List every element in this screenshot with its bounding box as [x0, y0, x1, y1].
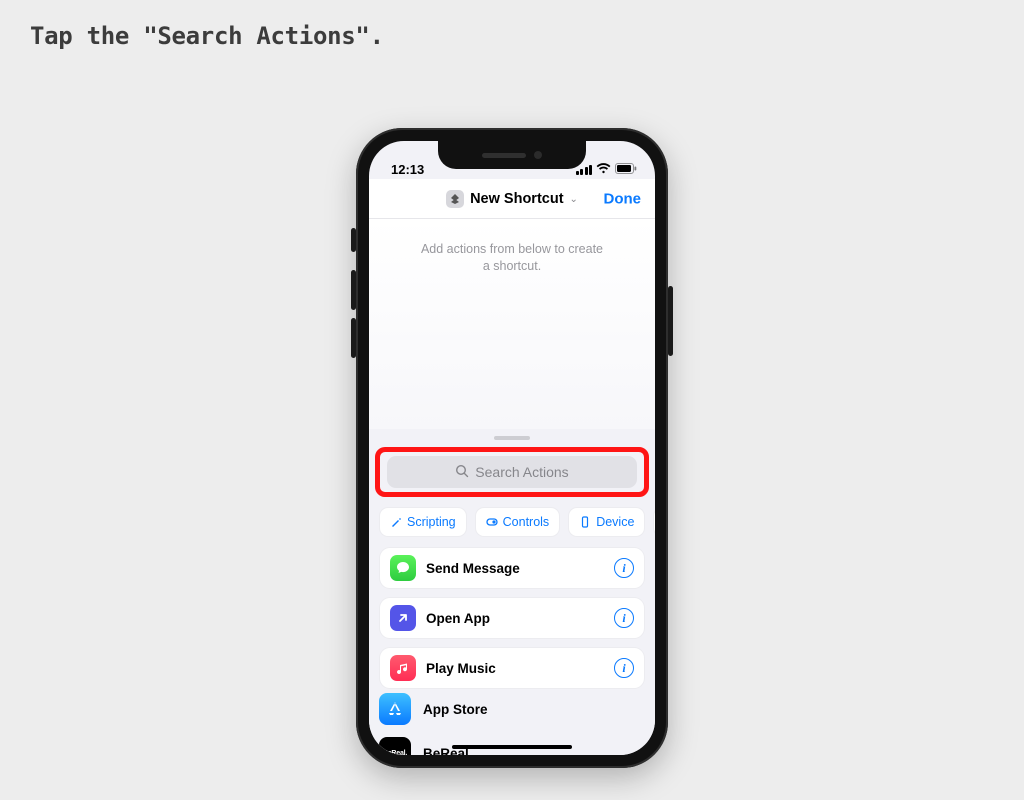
action-send-message[interactable]: Send Message i	[379, 547, 645, 589]
info-icon[interactable]: i	[614, 608, 634, 628]
info-icon[interactable]: i	[614, 658, 634, 678]
home-indicator[interactable]	[452, 745, 572, 749]
category-chips: Scripting Controls Device	[379, 507, 655, 539]
app-label: App Store	[423, 702, 488, 717]
power-button	[668, 286, 673, 356]
app-bereal[interactable]: BeReal. BeReal.	[379, 731, 645, 755]
nav-bar: New Shortcut ⌄ Done	[369, 179, 655, 219]
title-button[interactable]: New Shortcut ⌄	[446, 190, 578, 208]
volume-down-button	[351, 318, 356, 358]
volume-up-button	[351, 270, 356, 310]
chip-scripting[interactable]: Scripting	[379, 507, 467, 537]
action-label: Play Music	[426, 661, 604, 676]
phone-screen: 12:13 New Shortcut ⌄	[369, 141, 655, 755]
search-highlight: Search Actions	[375, 447, 649, 497]
status-time: 12:13	[391, 162, 424, 177]
suggested-actions: Send Message i Open App i Play Music i	[379, 547, 645, 689]
page-title: New Shortcut	[470, 191, 563, 207]
messages-icon	[390, 555, 416, 581]
phone-frame: 12:13 New Shortcut ⌄	[356, 128, 668, 768]
wand-icon	[390, 516, 402, 528]
action-open-app[interactable]: Open App i	[379, 597, 645, 639]
action-play-music[interactable]: Play Music i	[379, 647, 645, 689]
switch-icon	[486, 516, 498, 528]
status-bar: 12:13	[369, 141, 655, 179]
canvas-hint: Add actions from below to create a short…	[369, 241, 655, 275]
search-icon	[455, 464, 469, 481]
music-icon	[390, 655, 416, 681]
chip-controls[interactable]: Controls	[475, 507, 561, 537]
chip-device[interactable]: Device	[568, 507, 645, 537]
chip-more[interactable]	[653, 507, 655, 537]
done-button[interactable]: Done	[604, 190, 642, 207]
wifi-icon	[596, 162, 611, 177]
shortcuts-icon	[446, 190, 464, 208]
open-app-icon	[390, 605, 416, 631]
info-icon[interactable]: i	[614, 558, 634, 578]
appstore-icon	[379, 693, 411, 725]
action-label: Send Message	[426, 561, 604, 576]
phone-icon	[579, 516, 591, 528]
bereal-icon: BeReal.	[379, 737, 411, 755]
actions-drawer: Search Actions Scripting Controls Device	[369, 429, 655, 755]
battery-icon	[615, 162, 637, 177]
instruction-text: Tap the "Search Actions".	[30, 22, 384, 50]
shortcut-canvas: Add actions from below to create a short…	[369, 219, 655, 429]
search-placeholder: Search Actions	[475, 464, 568, 480]
search-actions-input[interactable]: Search Actions	[387, 456, 637, 488]
drawer-grabber[interactable]	[494, 436, 530, 440]
action-label: Open App	[426, 611, 604, 626]
chevron-down-icon: ⌄	[570, 194, 578, 205]
app-appstore[interactable]: App Store	[379, 687, 645, 731]
cellular-signal-icon	[576, 165, 593, 175]
mute-switch	[351, 228, 356, 252]
